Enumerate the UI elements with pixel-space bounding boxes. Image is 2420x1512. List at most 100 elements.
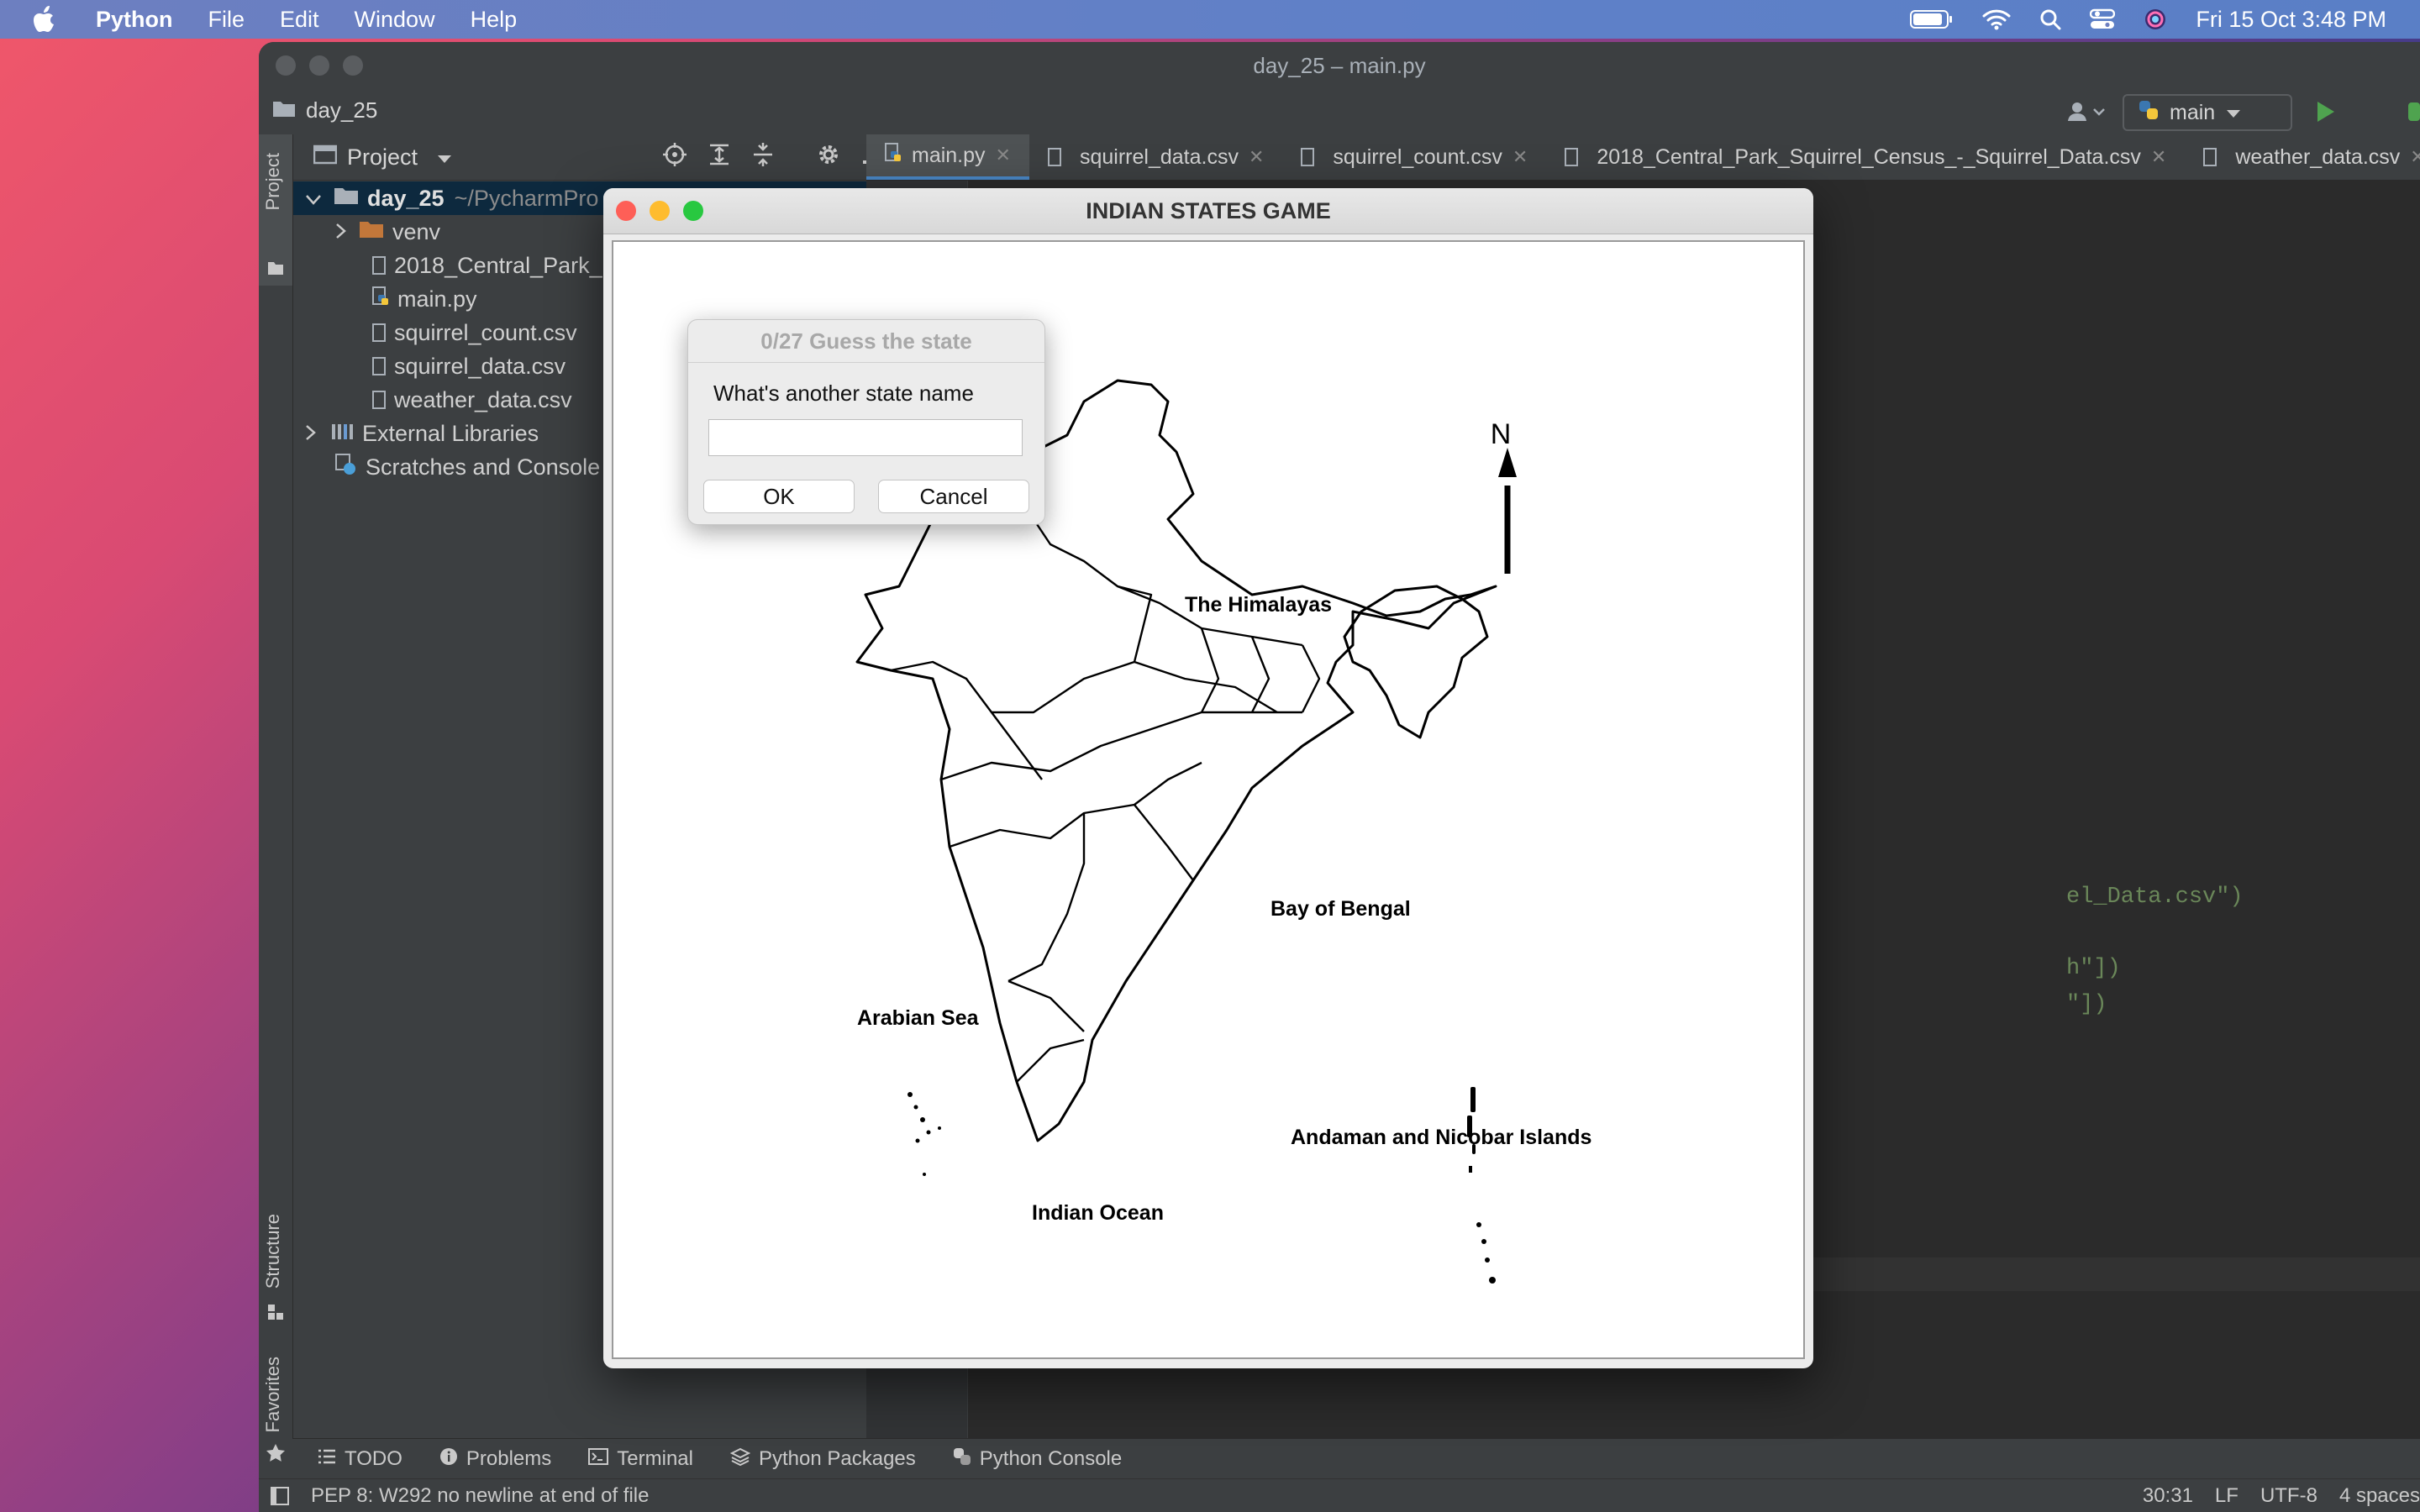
menu-window[interactable]: Window	[355, 7, 435, 33]
tree-item-label: Scratches and Console	[366, 454, 601, 480]
library-icon	[330, 421, 354, 447]
caret-position[interactable]: 30:31	[2143, 1484, 2193, 1508]
menu-edit[interactable]: Edit	[280, 7, 319, 33]
state-name-input[interactable]	[708, 419, 1023, 456]
tool-label: Terminal	[617, 1447, 693, 1470]
tab-squirrel-count[interactable]: squirrel_count.csv ✕	[1282, 134, 1546, 180]
tool-label: Python Packages	[758, 1447, 916, 1470]
indent-setting[interactable]: 4 spaces	[2339, 1484, 2420, 1508]
user-account-icon[interactable]	[2067, 101, 2107, 129]
clock[interactable]: Fri 15 Oct 3:48 PM	[2196, 7, 2386, 33]
tab-squirrel-data[interactable]: squirrel_data.csv ✕	[1029, 134, 1282, 180]
chevron-down-icon[interactable]	[436, 144, 453, 171]
tree-item-external-libraries[interactable]: External Libraries	[305, 417, 539, 450]
tool-label: Python Console	[979, 1447, 1123, 1470]
apple-icon[interactable]	[34, 6, 59, 33]
siri-icon[interactable]	[2144, 8, 2167, 31]
chevron-right-icon[interactable]	[335, 219, 347, 245]
spotlight-search-icon[interactable]	[2039, 8, 2061, 30]
cancel-button[interactable]: Cancel	[878, 480, 1029, 513]
project-folder-icon	[267, 260, 284, 280]
csv-file-icon	[1301, 148, 1315, 166]
text-file-icon	[372, 256, 386, 275]
python-packages-tool-button[interactable]: Python Packages	[729, 1447, 916, 1472]
ide-close-button[interactable]	[276, 55, 296, 76]
code-line: h"])	[2066, 956, 2121, 981]
game-minimize-button[interactable]	[650, 201, 670, 221]
gear-icon[interactable]	[816, 142, 841, 173]
expand-all-icon[interactable]	[708, 143, 731, 172]
tree-item-scratches[interactable]: Scratches and Console	[335, 450, 600, 484]
breadcrumb[interactable]: day_25	[306, 97, 377, 123]
tree-item-file[interactable]: 2018_Central_Park_	[372, 249, 602, 282]
close-tab-icon[interactable]: ✕	[2410, 146, 2420, 168]
map-label-indian-ocean: Indian Ocean	[1032, 1201, 1164, 1225]
tab-structure-vertical[interactable]: Structure	[262, 1214, 284, 1289]
menu-bar: Python File Edit Window Help Fri 15 Oct …	[0, 0, 2420, 39]
tree-item-file[interactable]: squirrel_data.csv	[372, 349, 566, 383]
chevron-down-icon[interactable]	[305, 186, 322, 212]
run-configuration-selector[interactable]: main	[2123, 94, 2292, 131]
tab-label: main.py	[912, 143, 986, 167]
ide-minimize-button[interactable]	[309, 55, 329, 76]
dialog-prompt: What's another state name	[713, 381, 974, 406]
run-icon[interactable]	[2314, 99, 2336, 130]
locate-file-icon[interactable]	[663, 142, 687, 172]
line-separator[interactable]: LF	[2215, 1484, 2238, 1508]
game-zoom-button[interactable]	[683, 201, 703, 221]
project-view-selector[interactable]: Project	[347, 144, 418, 171]
dialog-title: 0/27 Guess the state	[688, 320, 1044, 363]
tab-favorites-vertical[interactable]: Favorites	[262, 1357, 284, 1432]
wifi-icon[interactable]	[1982, 8, 2011, 30]
chevron-right-icon[interactable]	[305, 421, 317, 447]
tree-item-label: 2018_Central_Park_	[394, 252, 602, 278]
tab-weather-data[interactable]: weather_data.csv ✕	[2185, 134, 2420, 180]
state-borders	[890, 485, 1321, 1083]
python-file-icon	[885, 142, 902, 169]
menu-app-name[interactable]: Python	[96, 7, 173, 33]
map-label-himalayas: The Himalayas	[1185, 593, 1332, 617]
close-tab-icon[interactable]: ✕	[1249, 146, 1264, 168]
menu-file[interactable]: File	[208, 7, 245, 33]
game-window-title: INDIAN STATES GAME	[1086, 198, 1331, 223]
tool-label: Problems	[466, 1447, 552, 1470]
status-message[interactable]: PEP 8: W292 no newline at end of file	[311, 1484, 649, 1508]
panel-toggle-icon[interactable]	[271, 1487, 289, 1511]
game-close-button[interactable]	[616, 201, 636, 221]
north-label: N	[1491, 418, 1512, 450]
tab-main-py[interactable]: main.py ✕	[866, 134, 1029, 180]
tree-item-file[interactable]: squirrel_count.csv	[372, 316, 577, 349]
tree-item-file[interactable]: weather_data.csv	[372, 383, 572, 417]
ide-zoom-button[interactable]	[343, 55, 363, 76]
debug-icon[interactable]	[2408, 99, 2420, 130]
todo-tool-button[interactable]: TODO	[318, 1447, 402, 1471]
ide-window-title: day_25 – main.py	[1253, 53, 1426, 78]
close-tab-icon[interactable]: ✕	[2151, 146, 2166, 168]
tab-central-park-census[interactable]: 2018_Central_Park_Squirrel_Census_-_Squi…	[1546, 134, 2185, 180]
problems-tool-button[interactable]: Problems	[439, 1447, 551, 1472]
ide-title-bar: day_25 – main.py	[259, 42, 2420, 89]
tree-item-venv[interactable]: venv	[335, 215, 440, 249]
python-icon	[2138, 99, 2160, 127]
collapse-all-icon[interactable]	[751, 142, 775, 172]
tab-project-vertical[interactable]: Project	[262, 153, 284, 210]
tree-item-label: weather_data.csv	[394, 386, 572, 412]
close-tab-icon[interactable]: ✕	[1512, 146, 1528, 168]
ok-button[interactable]: OK	[703, 480, 855, 513]
tree-item-label: squirrel_data.csv	[394, 353, 566, 379]
guess-state-dialog: 0/27 Guess the state What's another stat…	[687, 319, 1045, 525]
menu-help[interactable]: Help	[471, 7, 518, 33]
tab-label: weather_data.csv	[2235, 144, 2401, 169]
andaman-nicobar-islands	[1467, 1087, 1496, 1284]
tree-item-main-py[interactable]: main.py	[372, 282, 477, 316]
close-tab-icon[interactable]: ✕	[996, 144, 1011, 166]
terminal-tool-button[interactable]: Terminal	[588, 1447, 693, 1471]
battery-icon[interactable]	[1910, 9, 1954, 29]
python-console-tool-button[interactable]: Python Console	[953, 1447, 1122, 1472]
tab-label: 2018_Central_Park_Squirrel_Census_-_Squi…	[1597, 144, 2141, 169]
tool-window-bar: TODO Problems Terminal Python Packages P…	[292, 1438, 2420, 1479]
project-view-icon	[313, 144, 338, 171]
tree-item-label: venv	[392, 218, 441, 244]
control-center-icon[interactable]	[2090, 8, 2116, 30]
file-encoding[interactable]: UTF-8	[2260, 1484, 2317, 1508]
